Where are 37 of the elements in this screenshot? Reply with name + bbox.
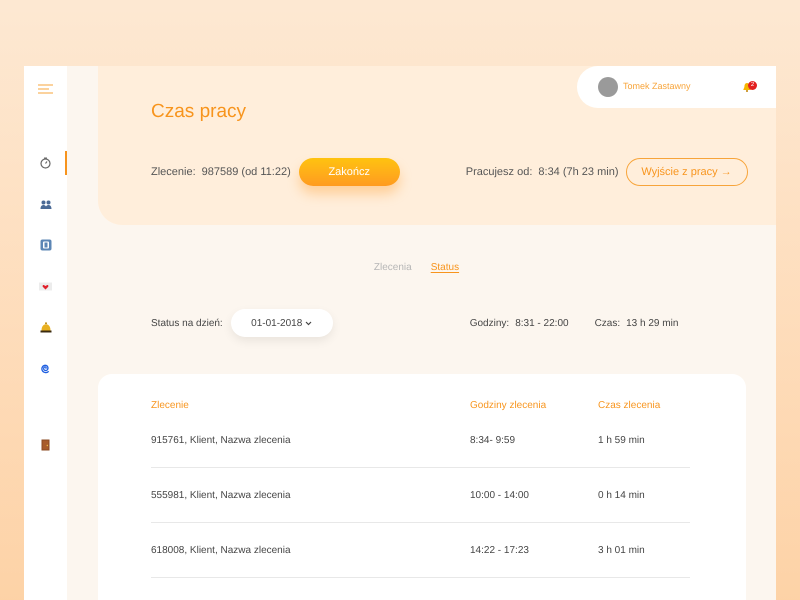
table-cell: 555981, Klient, Nazwa zlecenia <box>151 490 291 500</box>
tab[interactable]: Status <box>430 260 460 275</box>
table-cell: 915761, Klient, Nazwa zlecenia <box>151 434 291 446</box>
table-cell: 3 h 01 min <box>598 544 645 556</box>
date-dropdown[interactable]: 01-01-2018 <box>230 309 333 337</box>
chevron-down-icon <box>305 320 312 326</box>
tab[interactable]: Zlecenia <box>374 260 412 275</box>
finish-button[interactable]: Zakończ <box>298 158 400 186</box>
service-bell-icon[interactable] <box>40 322 52 332</box>
stopwatch-icon[interactable] <box>40 157 51 169</box>
date-label: Status na dzień: <box>151 316 223 330</box>
spiral-icon[interactable] <box>40 362 51 374</box>
table-cell: 8:34- 9:59 <box>470 434 516 446</box>
time-value: 13 h 29 min <box>626 316 678 330</box>
door-icon[interactable] <box>41 439 50 451</box>
working-since-value: 8:34 (7h 23 min) <box>538 164 618 180</box>
column-header: Godziny zlecenia <box>470 400 546 411</box>
table-cell: 14:22 - 17:23 <box>470 544 529 556</box>
table-cell: 10:00 - 14:00 <box>470 490 529 500</box>
hours-value: 8:31 - 22:00 <box>515 316 569 330</box>
table-cell: 618008, Klient, Nazwa zlecenia <box>151 544 291 556</box>
id-badge-icon[interactable] <box>40 239 52 251</box>
table-cell: 1 h 59 min <box>598 434 645 446</box>
avatar <box>598 77 618 97</box>
column-header: Zlecenie <box>151 400 189 411</box>
time-label: Czas: <box>594 316 620 330</box>
table-cell: 0 h 14 min <box>598 490 645 500</box>
exit-button[interactable]: Wyjście z pracy → <box>626 158 748 186</box>
hours-label: Godziny: <box>470 316 510 330</box>
order-label: Zlecenie: <box>151 164 196 180</box>
heart-letter-icon[interactable] <box>39 282 52 290</box>
order-value: 987589 (od 11:22) <box>202 164 291 180</box>
people-icon[interactable] <box>40 200 52 208</box>
page-title: Czas pracy <box>151 102 248 121</box>
user-name[interactable]: Tomek Zastawny <box>623 80 742 94</box>
working-since-label: Pracujesz od: <box>466 164 532 180</box>
column-header: Czas zlecenia <box>598 400 660 411</box>
